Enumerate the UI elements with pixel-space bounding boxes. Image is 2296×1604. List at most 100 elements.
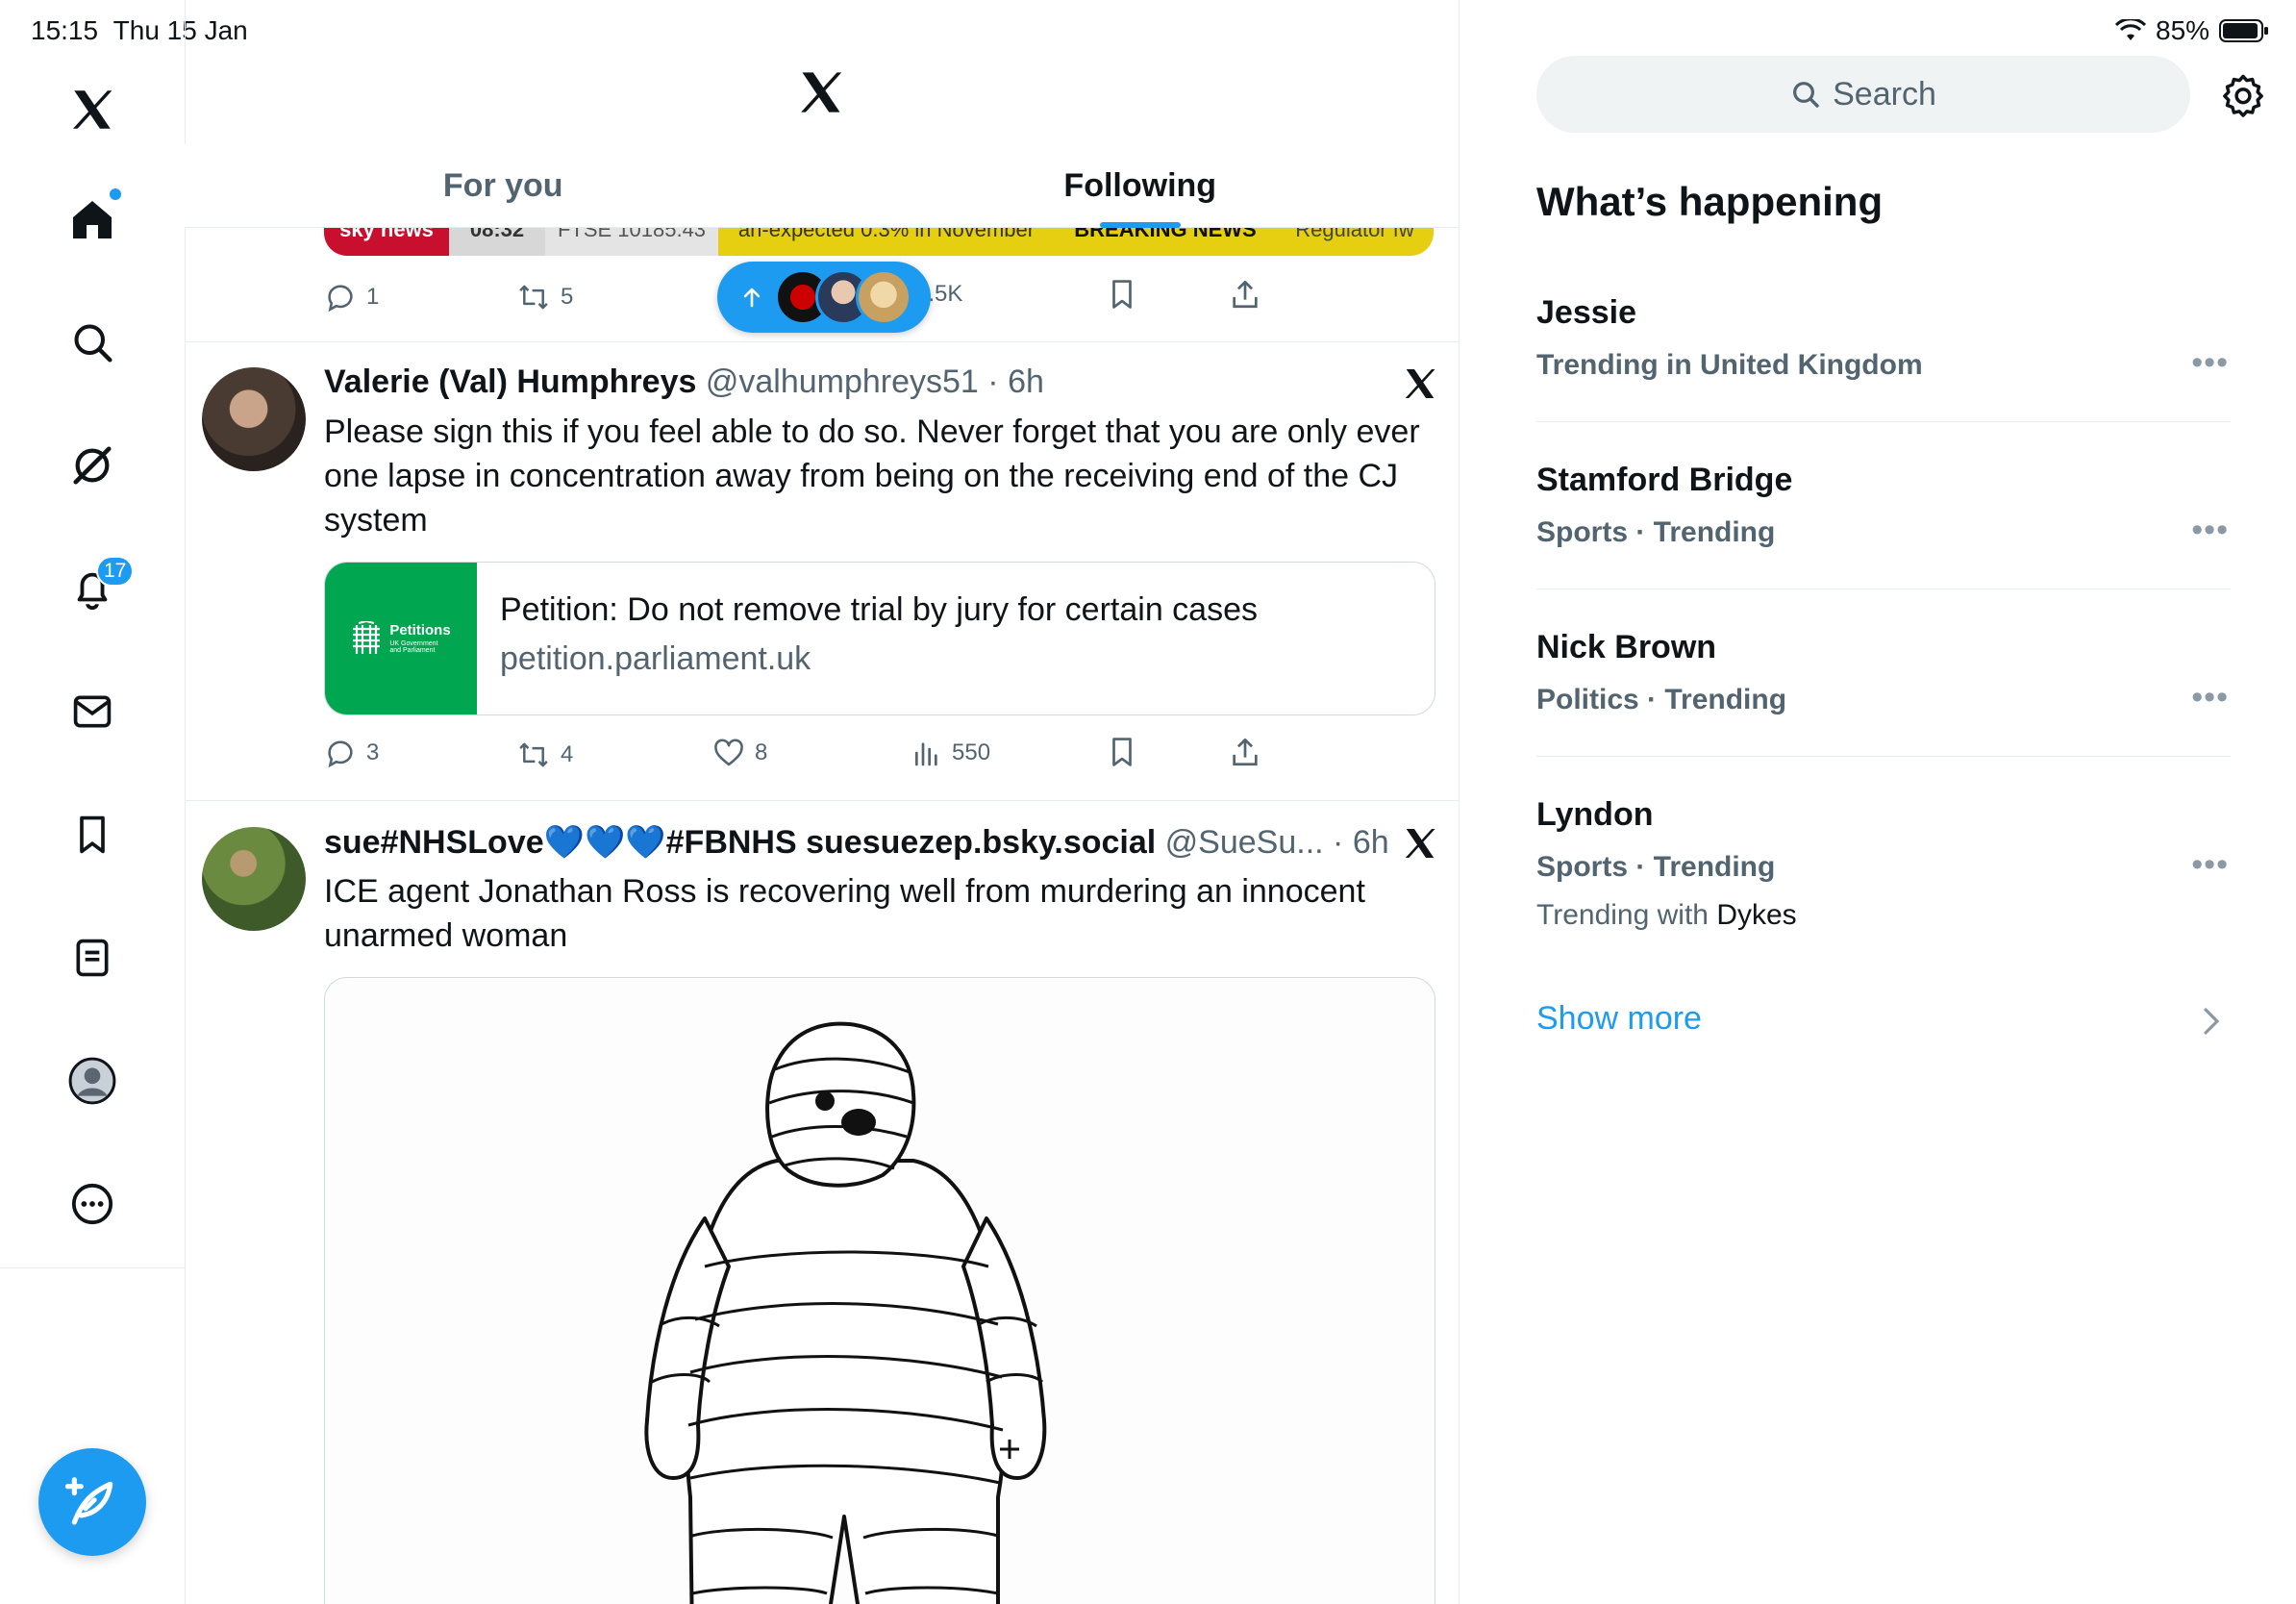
like-button[interactable]: 8 — [712, 737, 767, 769]
views-count: 550 — [952, 739, 991, 765]
trend-with-prefix: Trending with — [1536, 899, 1709, 931]
repost-button[interactable]: 4 — [516, 739, 573, 771]
repost-count: 4 — [561, 741, 574, 767]
share-button[interactable] — [1229, 277, 1261, 312]
trend-title: Jessie — [1536, 294, 1636, 331]
post-divider — [185, 341, 1459, 342]
post-time[interactable]: 6h — [1353, 824, 1389, 861]
logo-sub: UK Government — [389, 640, 438, 647]
bookmark-post-button[interactable] — [1106, 277, 1138, 312]
heart-icon — [714, 739, 743, 766]
new-posts-pill[interactable] — [717, 262, 931, 333]
bookmark-post-button[interactable] — [1106, 735, 1138, 769]
show-more-link[interactable]: Show more — [1536, 1000, 1702, 1038]
tab-for-you[interactable]: For you — [185, 144, 822, 227]
trend-title: Lyndon — [1536, 796, 1654, 833]
tab-following[interactable]: Following — [822, 144, 1460, 227]
link-card[interactable]: Petitions UK Government and Parliament P… — [324, 562, 1435, 715]
mail-icon[interactable] — [54, 673, 131, 750]
nav-divider — [0, 1267, 185, 1268]
post-time[interactable]: 6h — [1008, 363, 1044, 400]
reply-button[interactable]: 3 — [324, 737, 379, 769]
repost-button[interactable]: 5 — [516, 281, 573, 313]
author-name[interactable]: Valerie (Val) Humphreys — [324, 363, 696, 400]
repost-icon — [519, 742, 548, 767]
views-button[interactable]: 550 — [911, 737, 990, 769]
petitions-logo: Petitions UK Government and Parliament — [325, 563, 477, 714]
post-header: Valerie (Val) Humphreys @valhumphreys51 … — [324, 363, 1044, 400]
logo-title: Petitions — [389, 622, 451, 639]
notification-badge: 17 — [96, 556, 135, 587]
avatar[interactable] — [202, 367, 306, 471]
more-options-icon[interactable]: ••• — [2191, 512, 2229, 549]
trend-context: Trending in United Kingdom — [1536, 349, 1923, 381]
like-count: 8 — [755, 739, 768, 765]
search-placeholder: Search — [1833, 75, 1936, 113]
portcullis-icon — [353, 621, 381, 654]
trend-divider — [1536, 756, 2231, 757]
post-text: Please sign this if you feel able to do … — [324, 414, 1420, 539]
post-image[interactable] — [324, 977, 1435, 1604]
more-options-icon[interactable]: ••• — [2191, 846, 2229, 884]
arrow-up-icon — [743, 288, 761, 308]
x-post-badge-icon[interactable] — [1402, 365, 1438, 402]
post-text: ICE agent Jonathan Ross is recovering we… — [324, 873, 1365, 954]
reply-count: 1 — [366, 284, 380, 310]
reply-button[interactable]: 1 — [324, 281, 379, 313]
battery-icon — [2219, 19, 2269, 42]
bookmark-icon[interactable] — [54, 796, 131, 873]
reply-count: 3 — [366, 739, 380, 765]
settings-gear-icon[interactable] — [2221, 73, 2265, 117]
status-right: 85% — [2115, 15, 2269, 46]
share-icon — [1233, 280, 1258, 309]
share-button[interactable] — [1229, 735, 1261, 769]
compose-feather-icon — [65, 1477, 113, 1525]
header-x-logo-icon[interactable] — [796, 67, 846, 117]
timeline: sky news 08:32 FTSE 10185.43 an-expected… — [185, 0, 1460, 1604]
bell-icon[interactable]: 17 — [54, 550, 135, 627]
trend-item[interactable]: Stamford Bridge Sports · Trending ••• — [1536, 462, 2229, 549]
grok-icon[interactable] — [54, 427, 131, 504]
search-icon[interactable] — [54, 304, 131, 381]
author-name[interactable]: sue#NHSLove💙💙💙#FBNHS suesuezep.bsky.soci… — [324, 824, 1156, 861]
search-input[interactable]: Search — [1536, 56, 2190, 133]
trend-item[interactable]: Nick Brown Politics · Trending ••• — [1536, 629, 2229, 716]
more-options-icon[interactable]: ••• — [2191, 679, 2229, 716]
author-handle[interactable]: @valhumphreys51 — [706, 363, 979, 400]
trend-context: Sports · Trending — [1536, 851, 1776, 883]
trend-with-name[interactable]: Dykes — [1716, 899, 1796, 931]
repost-icon — [519, 285, 548, 310]
mummy-illustration — [644, 1021, 1047, 1604]
trend-title: Stamford Bridge — [1536, 462, 1793, 498]
compose-button[interactable] — [38, 1448, 146, 1556]
reply-icon — [328, 285, 353, 313]
bookmark-icon — [1112, 280, 1132, 309]
avatar[interactable] — [202, 827, 306, 931]
bookmark-icon — [1112, 738, 1132, 766]
home-icon[interactable] — [54, 181, 131, 258]
trend-context: Politics · Trending — [1536, 684, 1787, 715]
search-icon — [1793, 82, 1819, 108]
trend-with: Trending with Dykes — [1536, 899, 2229, 932]
trend-divider — [1536, 421, 2231, 422]
share-icon — [1233, 738, 1258, 766]
chevron-right-icon[interactable] — [2202, 1008, 2221, 1035]
repost-count: 5 — [561, 284, 574, 310]
timeline-tabs: For you Following — [185, 144, 1459, 228]
more-options-icon[interactable]: ••• — [2191, 344, 2229, 382]
x-logo-icon[interactable] — [54, 71, 131, 148]
trend-context: Sports · Trending — [1536, 516, 1776, 548]
post-divider — [185, 800, 1459, 801]
wifi-icon — [2115, 19, 2146, 40]
more-icon[interactable] — [54, 1165, 131, 1242]
lists-icon[interactable] — [54, 919, 131, 996]
trend-title: Nick Brown — [1536, 629, 1717, 665]
card-title: Petition: Do not remove trial by jury fo… — [500, 591, 1258, 628]
author-handle[interactable]: @SueSu... — [1165, 824, 1324, 861]
x-post-badge-icon[interactable] — [1402, 825, 1438, 862]
trend-item[interactable]: Lyndon Sports · Trending Trending with D… — [1536, 796, 2229, 932]
profile-icon[interactable] — [54, 1042, 131, 1119]
trend-item[interactable]: Jessie Trending in United Kingdom ••• — [1536, 294, 2229, 382]
reply-icon — [328, 740, 353, 768]
whats-happening-heading: What’s happening — [1536, 179, 1884, 224]
